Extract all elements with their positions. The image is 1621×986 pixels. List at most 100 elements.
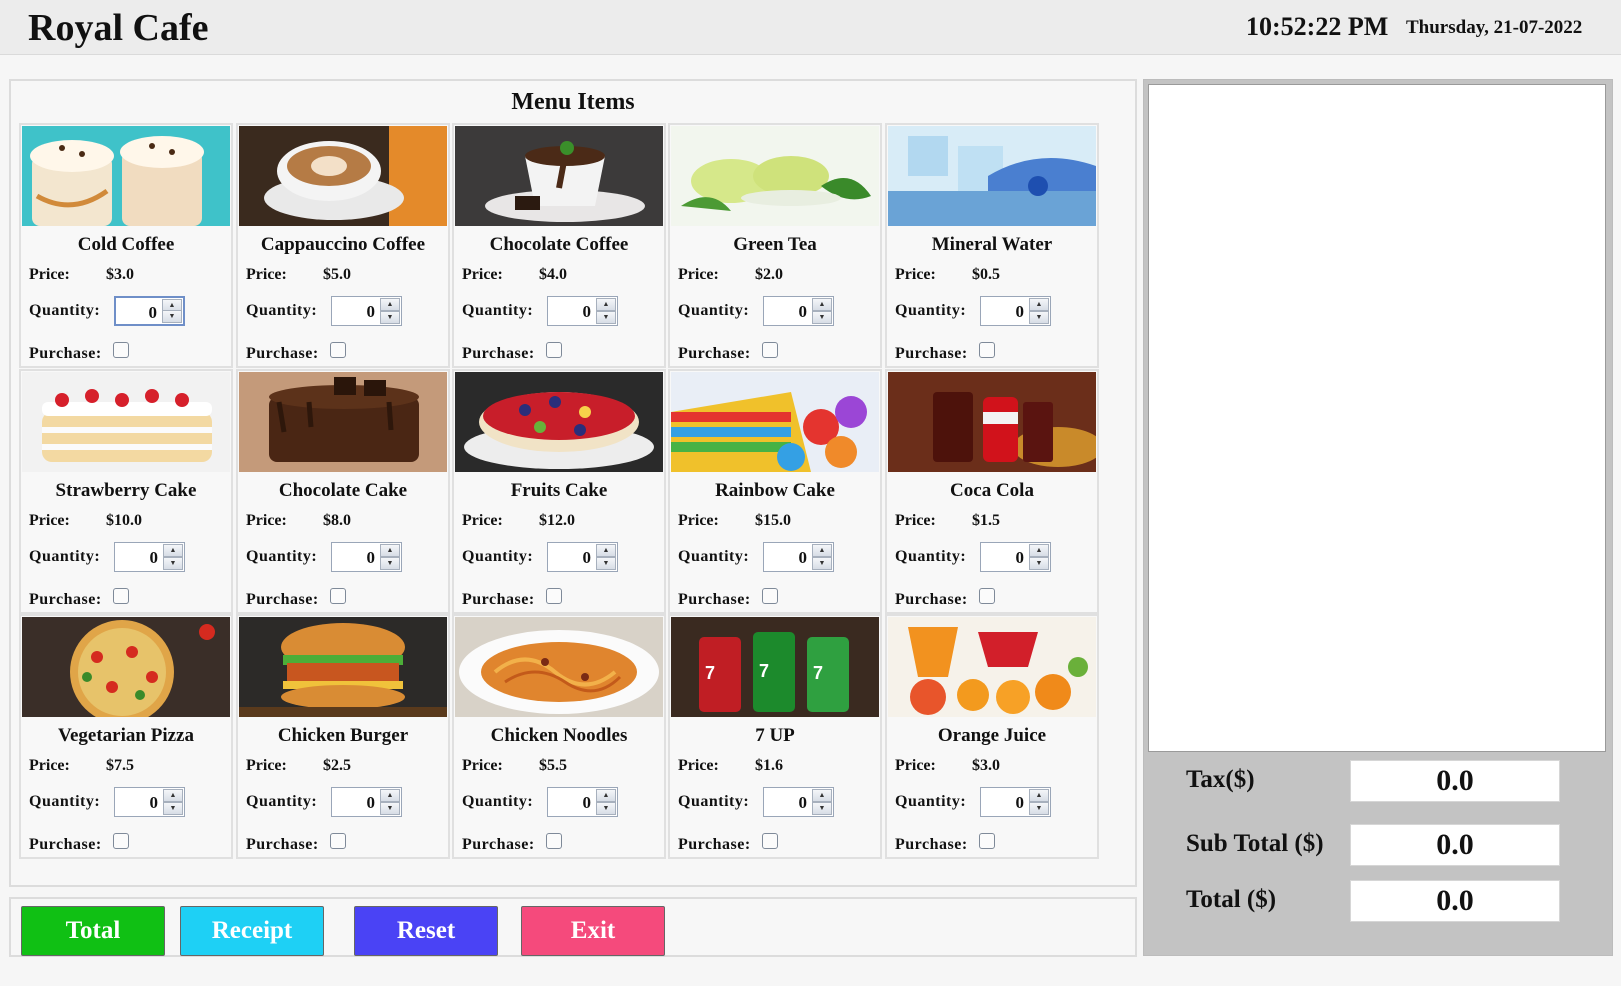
quantity-spinner[interactable]: 0 ▲ ▼ — [980, 296, 1051, 326]
quantity-value[interactable]: 0 — [367, 302, 376, 322]
purchase-checkbox[interactable] — [113, 342, 129, 358]
spin-up-icon[interactable]: ▲ — [596, 789, 616, 802]
quantity-value[interactable]: 0 — [149, 303, 158, 323]
reset-button[interactable]: Reset — [354, 906, 498, 956]
purchase-checkbox[interactable] — [762, 588, 778, 604]
quantity-spinner[interactable]: 0 ▲ ▼ — [114, 787, 185, 817]
quantity-spinner[interactable]: 0 ▲ ▼ — [980, 787, 1051, 817]
receipt-button[interactable]: Receipt — [180, 906, 324, 956]
spin-down-icon[interactable]: ▼ — [380, 557, 400, 570]
purchase-checkbox[interactable] — [762, 342, 778, 358]
total-button[interactable]: Total — [21, 906, 165, 956]
spin-down-icon[interactable]: ▼ — [163, 557, 183, 570]
purchase-checkbox[interactable] — [113, 833, 129, 849]
coca-cola-image — [888, 372, 1096, 472]
spin-up-icon[interactable]: ▲ — [1029, 298, 1049, 311]
total-field[interactable]: 0.0 — [1350, 880, 1560, 922]
title-bar: Royal Cafe 10:52:22 PM Thursday, 21-07-2… — [0, 0, 1621, 55]
spin-up-icon[interactable]: ▲ — [380, 298, 400, 311]
item-price: $3.0 — [972, 757, 1000, 774]
spin-up-icon[interactable]: ▲ — [163, 789, 183, 802]
item-name: 7 UP — [755, 725, 795, 746]
spin-down-icon[interactable]: ▼ — [1029, 802, 1049, 815]
purchase-checkbox[interactable] — [330, 833, 346, 849]
spin-down-icon[interactable]: ▼ — [596, 311, 616, 324]
receipt-text-area[interactable] — [1148, 84, 1606, 752]
quantity-value[interactable]: 0 — [799, 793, 808, 813]
price-label: Price: — [246, 757, 287, 774]
price-label: Price: — [678, 757, 719, 774]
quantity-value[interactable]: 0 — [150, 793, 159, 813]
item-price: $7.5 — [106, 757, 134, 774]
spin-up-icon[interactable]: ▲ — [812, 544, 832, 557]
purchase-checkbox[interactable] — [979, 342, 995, 358]
quantity-value[interactable]: 0 — [1016, 793, 1025, 813]
quantity-value[interactable]: 0 — [583, 793, 592, 813]
item-name: Green Tea — [733, 234, 817, 255]
purchase-checkbox[interactable] — [113, 588, 129, 604]
purchase-checkbox[interactable] — [979, 833, 995, 849]
purchase-checkbox[interactable] — [330, 342, 346, 358]
purchase-checkbox[interactable] — [546, 833, 562, 849]
purchase-checkbox[interactable] — [979, 588, 995, 604]
purchase-checkbox[interactable] — [330, 588, 346, 604]
spin-up-icon[interactable]: ▲ — [380, 544, 400, 557]
quantity-spinner[interactable]: 0 ▲ ▼ — [547, 296, 618, 326]
spin-down-icon[interactable]: ▼ — [1029, 557, 1049, 570]
quantity-value[interactable]: 0 — [1016, 548, 1025, 568]
quantity-spinner[interactable]: 0 ▲ ▼ — [331, 787, 402, 817]
spin-down-icon[interactable]: ▼ — [596, 557, 616, 570]
quantity-spinner[interactable]: 0 ▲ ▼ — [114, 542, 185, 572]
purchase-checkbox[interactable] — [546, 342, 562, 358]
spin-up-icon[interactable]: ▲ — [1029, 789, 1049, 802]
item-name: Fruits Cake — [510, 480, 608, 501]
spin-down-icon[interactable]: ▼ — [596, 802, 616, 815]
spin-down-icon[interactable]: ▼ — [1029, 311, 1049, 324]
purchase-checkbox[interactable] — [546, 588, 562, 604]
quantity-value[interactable]: 0 — [367, 548, 376, 568]
spin-up-icon[interactable]: ▲ — [380, 789, 400, 802]
tax-field[interactable]: 0.0 — [1350, 760, 1560, 802]
quantity-spinner[interactable]: 0 ▲ ▼ — [763, 542, 834, 572]
rainbow-cake-image — [671, 372, 879, 472]
quantity-spinner[interactable]: 0 ▲ ▼ — [763, 787, 834, 817]
exit-button[interactable]: Exit — [521, 906, 665, 956]
spin-down-icon[interactable]: ▼ — [812, 802, 832, 815]
quantity-label: Quantity: — [895, 548, 967, 565]
quantity-value[interactable]: 0 — [150, 548, 159, 568]
spin-down-icon[interactable]: ▼ — [380, 311, 400, 324]
spin-up-icon[interactable]: ▲ — [812, 298, 832, 311]
spin-down-icon[interactable]: ▼ — [163, 802, 183, 815]
quantity-spinner[interactable]: 0 ▲ ▼ — [980, 542, 1051, 572]
quantity-value[interactable]: 0 — [799, 302, 808, 322]
spin-down-icon[interactable]: ▼ — [380, 802, 400, 815]
spin-down-icon[interactable]: ▼ — [812, 311, 832, 324]
spin-up-icon[interactable]: ▲ — [596, 544, 616, 557]
item-name: Mineral Water — [931, 234, 1053, 255]
quantity-value[interactable]: 0 — [583, 302, 592, 322]
quantity-value[interactable]: 0 — [799, 548, 808, 568]
quantity-spinner[interactable]: 0 ▲ ▼ — [114, 296, 185, 326]
spin-down-icon[interactable]: ▼ — [812, 557, 832, 570]
spin-up-icon[interactable]: ▲ — [1029, 544, 1049, 557]
purchase-checkbox[interactable] — [762, 833, 778, 849]
quantity-spinner[interactable]: 0 ▲ ▼ — [763, 296, 834, 326]
spin-up-icon[interactable]: ▲ — [812, 789, 832, 802]
quantity-spinner[interactable]: 0 ▲ ▼ — [331, 296, 402, 326]
spin-up-icon[interactable]: ▲ — [163, 544, 183, 557]
quantity-spinner[interactable]: 0 ▲ ▼ — [547, 787, 618, 817]
menu-item-card-chicken-noodles: Chicken Noodles Price: $5.5 Quantity: 0 … — [452, 614, 666, 859]
quantity-label: Quantity: — [678, 548, 750, 565]
subtotal-field[interactable]: 0.0 — [1350, 824, 1560, 866]
quantity-spinner[interactable]: 0 ▲ ▼ — [331, 542, 402, 572]
chocolate-coffee-image — [455, 126, 663, 226]
spin-down-icon[interactable]: ▼ — [162, 310, 182, 323]
menu-item-card-rainbow-cake: Rainbow Cake Price: $15.0 Quantity: 0 ▲ … — [668, 369, 882, 614]
quantity-value[interactable]: 0 — [1016, 302, 1025, 322]
quantity-value[interactable]: 0 — [367, 793, 376, 813]
quantity-value[interactable]: 0 — [583, 548, 592, 568]
quantity-spinner[interactable]: 0 ▲ ▼ — [547, 542, 618, 572]
chocolate-cake-image — [239, 372, 447, 472]
purchase-label: Purchase: — [29, 345, 102, 362]
spin-up-icon[interactable]: ▲ — [596, 298, 616, 311]
